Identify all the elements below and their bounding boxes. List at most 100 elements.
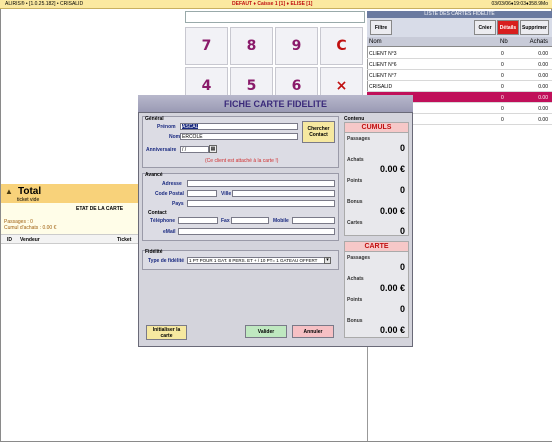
- item-purchases: 0.00: [538, 62, 548, 68]
- cumul-label: Achats: [347, 157, 364, 163]
- cumul-row: Bonus 0.00 €: [345, 196, 408, 217]
- postal-code-field[interactable]: [187, 190, 217, 197]
- app-info: ALIRIS® • [1.0.25.182] • CRISALID: [5, 1, 84, 7]
- cumul-label: Points: [347, 178, 363, 184]
- column-nb[interactable]: Nb: [500, 39, 508, 45]
- card-label: Points: [347, 297, 363, 303]
- list-item[interactable]: CLIENT N°7 0 0.00: [367, 70, 552, 81]
- cumuls-box: CUMULS Passages 0 Achats 0.00 € Points 0…: [344, 122, 409, 236]
- fax-label: Fax: [221, 218, 230, 224]
- card-row: Passages 0: [345, 252, 408, 273]
- first-name-label: Prénom: [157, 124, 176, 130]
- country-field[interactable]: [187, 200, 335, 207]
- loyalty-type-select[interactable]: 1 PT POUR 1 GAT. 8 PERS. ET + / 10 PT= 1…: [187, 257, 331, 264]
- list-header: Nom Nb Achats: [367, 37, 552, 47]
- item-purchases: 0.00: [538, 73, 548, 79]
- loyalty-section-title: Fidélité: [145, 249, 163, 255]
- mobile-label: Mobile: [273, 218, 289, 224]
- item-count: 0: [501, 62, 504, 68]
- card-value: 0.00 €: [379, 283, 405, 293]
- item-count: 0: [501, 117, 504, 123]
- address-label: Adresse: [162, 181, 182, 187]
- cumul-row: Achats 0.00 €: [345, 154, 408, 175]
- card-box: CARTE Passages 0 Achats 0.00 € Points 0 …: [344, 241, 409, 338]
- card-label: Achats: [347, 276, 364, 282]
- first-name-field[interactable]: ASCAL: [180, 123, 298, 130]
- mobile-field[interactable]: [292, 217, 335, 224]
- card-value: 0.00 €: [379, 325, 405, 335]
- city-field[interactable]: [232, 190, 335, 197]
- dialog-title: FICHE CARTE FIDELITE: [138, 95, 413, 113]
- key-8[interactable]: 8: [230, 27, 273, 65]
- cumul-value: 0.00 €: [379, 164, 405, 174]
- list-item[interactable]: CLIENT N°3 0 0.00: [367, 48, 552, 59]
- card-row: Bonus 0.00 €: [345, 315, 408, 336]
- cancel-button[interactable]: Annuler: [292, 325, 334, 338]
- item-purchases: 0.00: [538, 106, 548, 112]
- email-label: eMail: [163, 229, 176, 235]
- item-count: 0: [501, 73, 504, 79]
- session-info: DEFAUT ♦ Caisse 1 [1] ♦ ELISE [1]: [232, 1, 313, 7]
- postal-code-label: Code Postal: [155, 191, 184, 197]
- cumul-value: 0: [399, 143, 405, 153]
- card-state-title: ETAT DE LA CARTE: [76, 206, 124, 212]
- find-contact-button[interactable]: Chercher Contact: [302, 121, 335, 143]
- validate-button[interactable]: Valider: [245, 325, 287, 338]
- key-9[interactable]: 9: [275, 27, 318, 65]
- city-label: Ville: [221, 191, 232, 197]
- address-field[interactable]: [187, 180, 335, 187]
- advanced-section-title: Avancé: [145, 172, 163, 178]
- column-achats[interactable]: Achats: [530, 39, 548, 45]
- cumul-row: Points 0: [345, 175, 408, 196]
- ticket-status: ticket vide: [17, 197, 40, 203]
- cumul-row: Passages 0: [345, 133, 408, 154]
- key-7[interactable]: 7: [185, 27, 228, 65]
- title-bar: ALIRIS® • [1.0.25.182] • CRISALID DEFAUT…: [0, 0, 552, 9]
- create-button[interactable]: Créer: [474, 20, 496, 35]
- card-row: Achats 0.00 €: [345, 273, 408, 294]
- fax-field[interactable]: [231, 217, 269, 224]
- key-clear[interactable]: C: [320, 27, 363, 65]
- last-name-field[interactable]: ERCOLE: [180, 133, 298, 140]
- card-value: 0: [399, 304, 405, 314]
- attachment-notice: (Ce client est attaché à la carte !): [205, 158, 279, 164]
- phone-field[interactable]: [178, 217, 218, 224]
- cumul-label: Cartes: [347, 220, 363, 226]
- item-name: CLIENT N°3: [369, 51, 397, 57]
- item-count: 0: [501, 84, 504, 90]
- cumul-label: Passages: [347, 136, 371, 142]
- cumul-value: 0: [399, 226, 405, 236]
- expand-arrow-icon[interactable]: ▲: [5, 187, 13, 196]
- general-section-title: Général: [145, 116, 164, 122]
- loyalty-type-label: Type de fidélité: [148, 258, 185, 264]
- item-name: CRISALID: [369, 84, 393, 90]
- last-name-label: Nom: [169, 134, 181, 140]
- card-label: Passages: [347, 255, 371, 261]
- chevron-down-icon[interactable]: ▾: [324, 257, 331, 264]
- item-name: CLIENT N°6: [369, 62, 397, 68]
- card-label: Bonus: [347, 318, 363, 324]
- column-ticket: Ticket: [117, 237, 132, 243]
- initialize-card-button[interactable]: Initialiser la carte: [146, 325, 187, 340]
- purchase-total: Cumul d'achats : 0.00 €: [4, 225, 57, 231]
- list-item[interactable]: CLIENT N°6 0 0.00: [367, 59, 552, 70]
- list-item[interactable]: CRISALID 0 0.00: [367, 81, 552, 92]
- calendar-icon[interactable]: ▦: [209, 145, 217, 153]
- phone-label: Téléphone: [150, 218, 176, 224]
- item-purchases: 0.00: [538, 117, 548, 123]
- filter-button[interactable]: Filtre: [370, 20, 392, 35]
- country-label: Pays: [172, 201, 184, 207]
- email-field[interactable]: [178, 228, 335, 235]
- entry-display[interactable]: [185, 11, 365, 23]
- item-count: 0: [501, 95, 504, 101]
- cumul-label: Bonus: [347, 199, 363, 205]
- card-value: 0: [399, 262, 405, 272]
- details-button[interactable]: Détails: [497, 20, 519, 35]
- column-nom[interactable]: Nom: [369, 39, 382, 45]
- cumul-value: 0.00 €: [379, 206, 405, 216]
- delete-button[interactable]: Supprimer: [520, 20, 549, 35]
- datetime-memory: 03/03/06♦19:03♦358.9Mo: [491, 1, 548, 7]
- contact-subsection-title: Contact: [148, 210, 167, 216]
- birthday-field[interactable]: / /: [180, 146, 209, 153]
- card-row: Points 0: [345, 294, 408, 315]
